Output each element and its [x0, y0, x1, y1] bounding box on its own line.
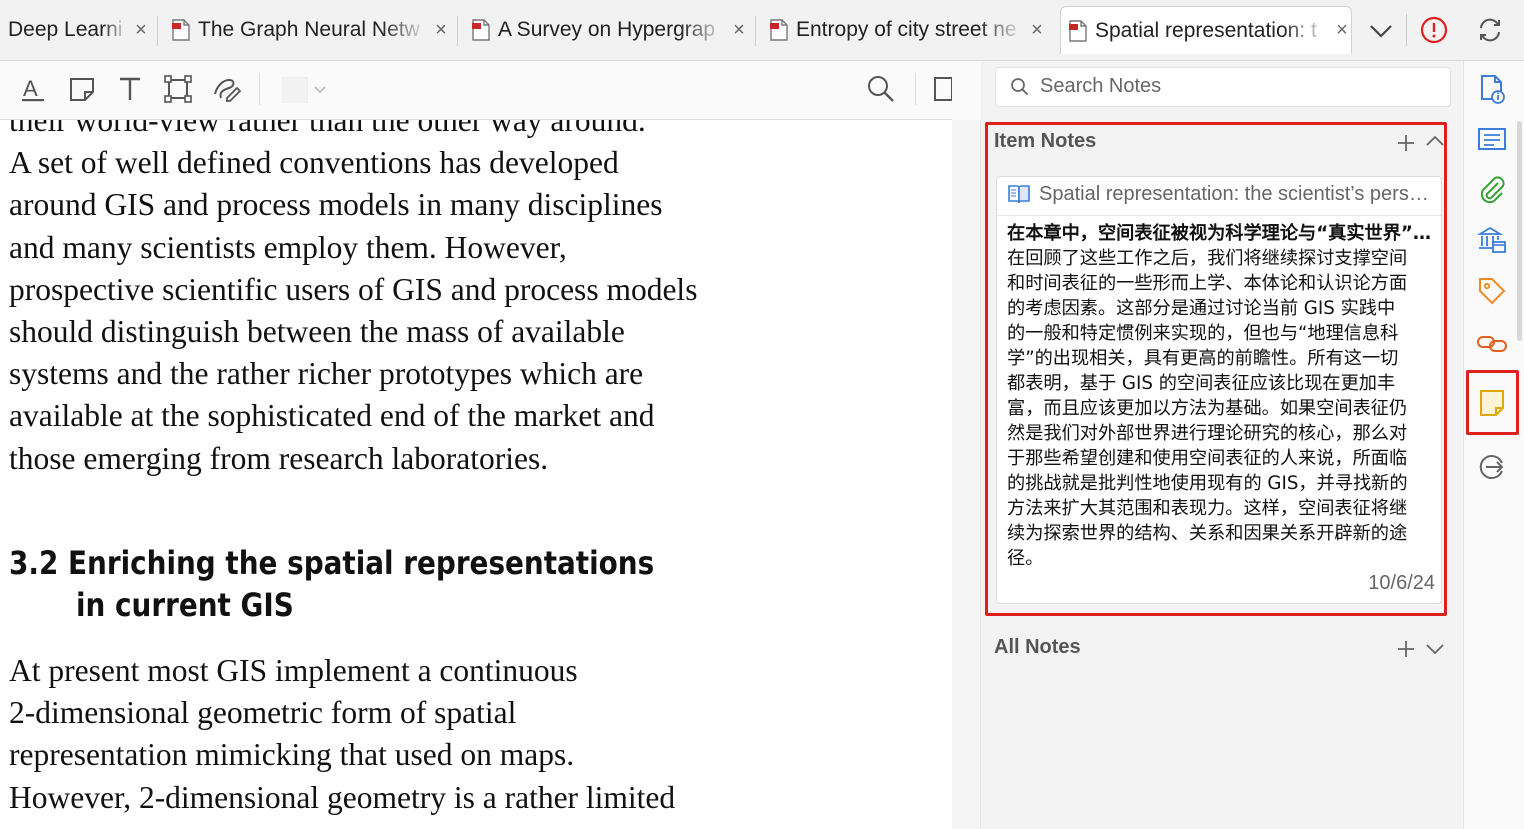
all-notes-heading: All Notes: [994, 636, 1081, 658]
tab-divider: [755, 16, 756, 46]
notes-search-box[interactable]: [995, 67, 1451, 107]
search-notes-input[interactable]: [1038, 74, 1442, 99]
ink-icon[interactable]: [211, 74, 241, 104]
pdf-icon: [1069, 19, 1087, 42]
alert-icon[interactable]: [1420, 16, 1448, 44]
tags-icon[interactable]: [1476, 275, 1508, 307]
add-note-icon[interactable]: [1395, 638, 1417, 660]
text-line: available at the sophisticated end of th…: [9, 398, 655, 434]
text-line: and many scientists employ them. However…: [9, 229, 567, 265]
tab-label: A Survey on Hypergrap: [498, 18, 716, 41]
highlight-box-item-notes: [985, 122, 1447, 616]
pdf-icon: [472, 19, 490, 41]
document-scrollbar[interactable]: [952, 120, 981, 829]
tab-bar: Deep Learni × The Graph Neural Netw × A …: [0, 0, 1524, 61]
pdf-icon: [770, 19, 788, 41]
toolbar-spacer: [952, 61, 981, 121]
locate-icon[interactable]: [1476, 451, 1508, 483]
text-line: those emerging from research laboratorie…: [9, 440, 549, 476]
close-icon[interactable]: ×: [730, 19, 748, 42]
close-icon[interactable]: ×: [1028, 19, 1046, 42]
text-line: 2-dimensional geometric form of spatial: [9, 695, 517, 731]
toolbar-divider: [259, 73, 260, 105]
tab-divider: [457, 16, 458, 46]
highlight-box-notes-button: [1466, 370, 1519, 435]
text-line: At present most GIS implement a continuo…: [9, 653, 578, 688]
chevron-down-icon[interactable]: [312, 79, 328, 99]
annotation-toolbar: A: [0, 61, 964, 120]
tabbar-divider: [1406, 14, 1407, 46]
tab-survey-hypergraph[interactable]: A Survey on Hypergrap ×: [472, 6, 748, 54]
toolbar-divider: [915, 73, 916, 105]
tab-entropy-city-street[interactable]: Entropy of city street ne ×: [770, 6, 1046, 54]
text-line: their world-view rather than the other w…: [9, 120, 646, 138]
sync-icon[interactable]: [1476, 16, 1504, 44]
text-highlight-icon[interactable]: A: [19, 74, 49, 104]
paragraph-2: At present most GIS implement a continuo…: [0, 650, 940, 819]
tab-deep-learning[interactable]: Deep Learni ×: [0, 6, 150, 54]
abstract-icon[interactable]: [1476, 123, 1508, 155]
text-line: prospective scientific users of GIS and …: [9, 271, 698, 307]
paragraph-1: their world-view rather than the other w…: [0, 120, 940, 480]
text-line: around GIS and process models in many di…: [9, 187, 663, 223]
text-line: systems and the rather richer prototypes…: [9, 356, 644, 392]
close-icon[interactable]: ×: [1333, 19, 1351, 42]
tab-label: The Graph Neural Netw: [198, 18, 420, 41]
tab-label: Spatial representation: t: [1095, 18, 1317, 42]
text-line: A set of well defined conventions has de…: [9, 145, 619, 181]
text-line: representation mimicking that used on ma…: [9, 737, 575, 773]
tab-graph-neural-network[interactable]: The Graph Neural Netw ×: [172, 6, 450, 54]
chevron-down-icon[interactable]: [1424, 638, 1446, 660]
tab-divider: [157, 16, 158, 46]
svg-text:A: A: [23, 76, 38, 101]
tab-spatial-representation[interactable]: Spatial representation: t ×: [1060, 6, 1352, 54]
close-icon[interactable]: ×: [432, 19, 450, 42]
libraries-collections-icon[interactable]: [1476, 223, 1508, 255]
search-icon: [1010, 77, 1030, 97]
text-icon[interactable]: [115, 74, 145, 104]
tab-label: Deep Learni: [8, 18, 123, 41]
area-select-icon[interactable]: [163, 74, 193, 104]
attachments-icon[interactable]: [1476, 173, 1508, 205]
color-swatch[interactable]: [282, 77, 308, 103]
section-heading-cont: in current GIS: [76, 586, 294, 624]
section-heading: 3.2 Enriching the spatial representation…: [9, 544, 655, 582]
note-icon[interactable]: [67, 74, 97, 104]
search-icon[interactable]: [866, 74, 896, 104]
text-line: However, 2-dimensional geometry is a rat…: [9, 779, 676, 815]
text-line: should distinguish between the mass of a…: [9, 314, 625, 350]
tab-list-chevron-icon[interactable]: [1366, 16, 1396, 46]
tab-label: Entropy of city street ne: [796, 18, 1017, 41]
pdf-icon: [172, 19, 190, 41]
item-info-icon[interactable]: [1476, 73, 1508, 105]
rail-scrollbar[interactable]: [1517, 121, 1522, 341]
close-icon[interactable]: ×: [132, 19, 150, 42]
side-navigation-rail: [1463, 61, 1524, 829]
related-icon[interactable]: [1476, 327, 1508, 359]
pdf-document-view[interactable]: their world-view rather than the other w…: [0, 120, 953, 829]
